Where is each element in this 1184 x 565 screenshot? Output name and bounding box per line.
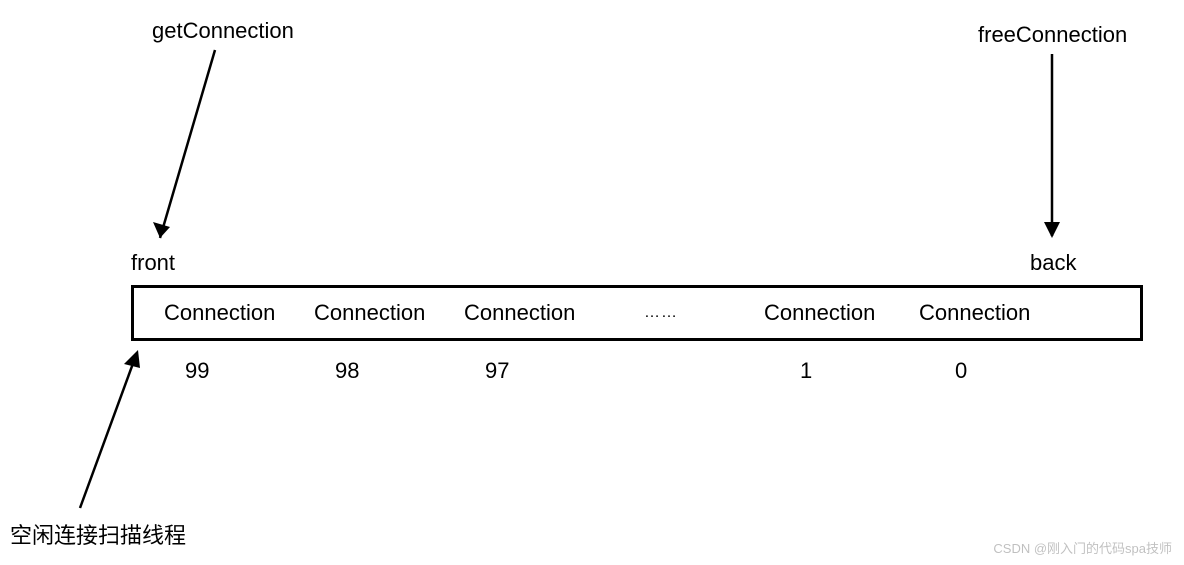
- arrow-scanner-to-front: [0, 0, 1184, 565]
- watermark: CSDN @刚入门的代码spa技师: [993, 538, 1172, 557]
- scanner-thread-label: 空闲连接扫描线程: [10, 518, 186, 550]
